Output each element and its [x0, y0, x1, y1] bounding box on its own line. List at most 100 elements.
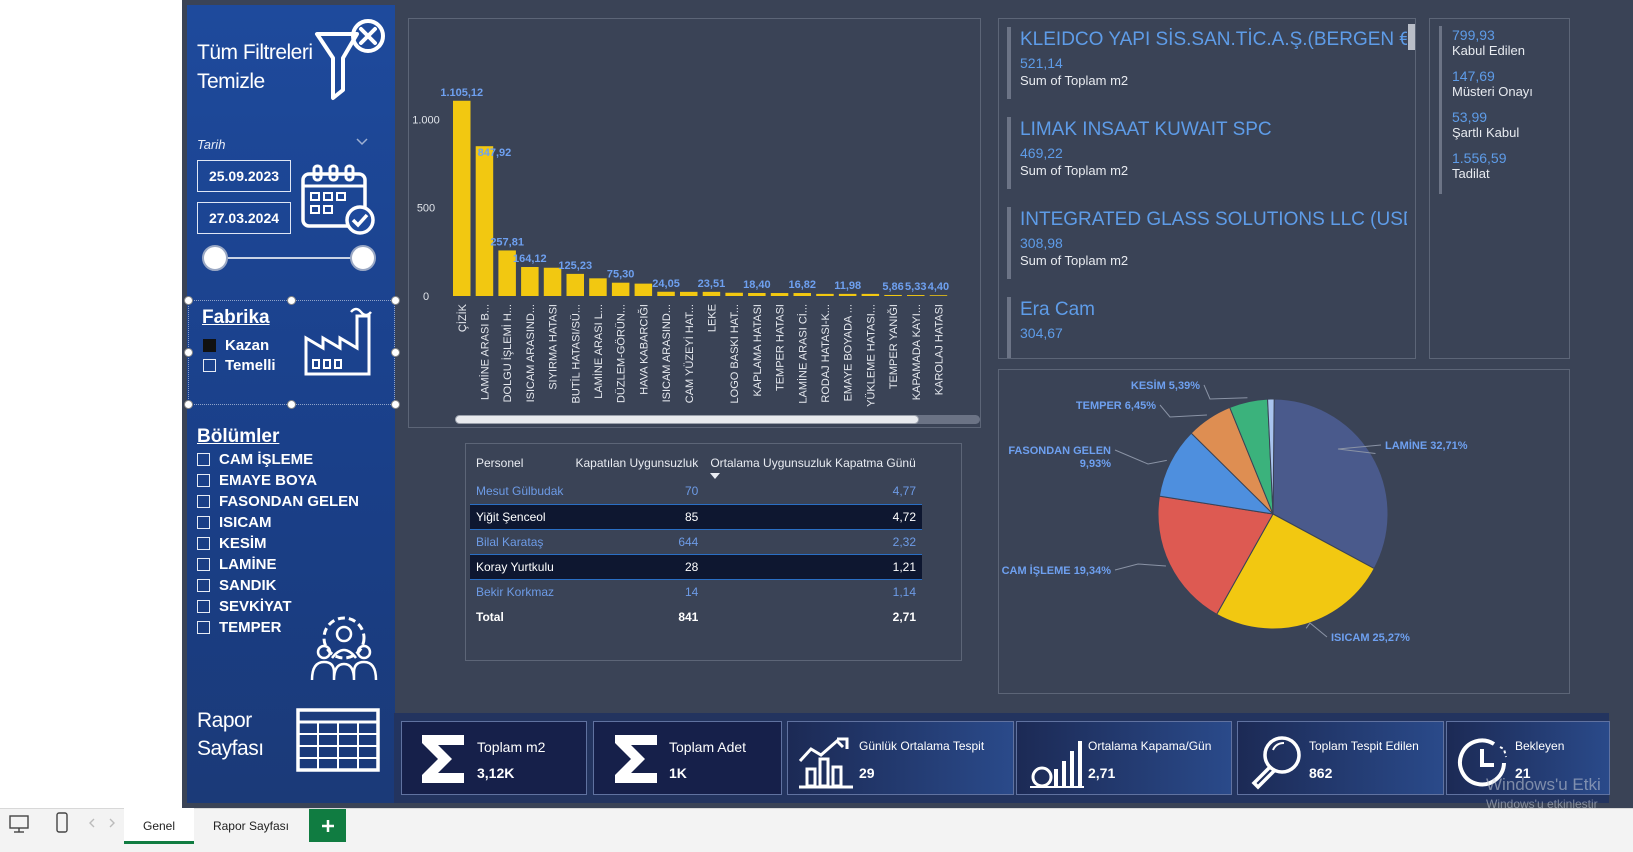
column-header-avg-days[interactable]: Ortalama Uygunsuzluk Kapatma Günü [704, 451, 922, 479]
status-item[interactable]: 1.556,59 Tadilat [1452, 150, 1533, 181]
report-page-line1[interactable]: Rapor [197, 707, 264, 735]
bar-data-label: 257,81 [490, 236, 524, 248]
department-option[interactable]: KESİM [197, 534, 267, 552]
bar[interactable] [816, 293, 834, 296]
chevron-left-icon[interactable] [88, 818, 96, 828]
card-scrollbar-thumb[interactable] [1408, 24, 1415, 50]
date-range-start-handle[interactable] [202, 245, 228, 271]
checkbox[interactable] [197, 494, 210, 508]
department-option[interactable]: SEVKİYAT [197, 597, 292, 615]
y-tick-label: 0 [423, 291, 429, 303]
checkbox[interactable] [197, 452, 210, 466]
factory-option-temelli[interactable]: Temelli [203, 356, 276, 374]
date-range-track[interactable] [215, 257, 365, 259]
bar[interactable] [634, 283, 653, 296]
card-divider [1007, 27, 1011, 99]
checkbox[interactable] [197, 599, 210, 613]
factory-option-kazan[interactable]: Kazan [203, 336, 269, 354]
customer-card[interactable]: LIMAK INSAAT KUWAIT SPC 469,22 Sum of To… [1020, 119, 1272, 178]
tab-rapor-sayfasi[interactable]: Rapor Sayfası [198, 808, 304, 844]
resize-handle[interactable] [287, 296, 296, 305]
date-start-input[interactable]: 25.09.2023 [197, 160, 291, 192]
column-header-personnel[interactable]: Personel [470, 451, 569, 479]
bar[interactable] [453, 100, 471, 296]
resize-handle[interactable] [184, 400, 193, 409]
date-range-end-handle[interactable] [350, 245, 376, 271]
chevron-right-icon[interactable] [108, 818, 116, 828]
bar[interactable] [521, 267, 539, 296]
checkbox[interactable] [203, 358, 216, 372]
checkbox[interactable] [197, 557, 210, 571]
sort-descending-icon[interactable] [710, 473, 721, 479]
clear-filters-button[interactable]: Tüm Filtreleri Temizle [197, 38, 313, 96]
customer-value: 308,98 [1020, 235, 1063, 251]
resize-handle[interactable] [391, 296, 400, 305]
mobile-view-icon[interactable] [54, 811, 70, 835]
report-page-link[interactable]: Rapor Sayfası [197, 707, 264, 763]
department-option[interactable]: EMAYE BOYA [197, 471, 317, 489]
tab-genel[interactable]: Genel [124, 808, 194, 844]
bar[interactable] [566, 273, 585, 296]
checkbox[interactable] [197, 578, 210, 592]
resize-handle[interactable] [391, 348, 400, 357]
table-row[interactable]: Yiğit Şenceol 85 4,72 [470, 503, 922, 530]
department-option[interactable]: FASONDAN GELEN [197, 492, 359, 510]
checkbox[interactable] [197, 473, 210, 487]
bar[interactable] [475, 146, 494, 296]
filter-clear-icon[interactable] [313, 18, 393, 104]
table-sheet-icon[interactable] [295, 707, 381, 773]
column-header-avg-days-label[interactable]: Ortalama Uygunsuzluk Kapatma Günü [710, 456, 915, 470]
resize-handle[interactable] [391, 400, 400, 409]
status-item[interactable]: 147,69 Müsteri Onayı [1452, 68, 1533, 99]
chevron-down-icon[interactable] [356, 138, 368, 146]
bar[interactable] [929, 295, 948, 296]
desktop-view-icon[interactable] [8, 813, 30, 835]
checkbox[interactable] [197, 536, 210, 550]
department-option[interactable]: TEMPER [197, 618, 282, 636]
department-option[interactable]: LAMİNE [197, 555, 277, 573]
table-row[interactable]: Bilal Karataş 644 2,32 [470, 529, 922, 554]
chart-scrollbar-thumb[interactable] [455, 415, 919, 424]
department-option[interactable]: CAM İŞLEME [197, 450, 313, 468]
checkbox[interactable] [197, 515, 210, 529]
table-cell: Koray Yurtkulu [470, 553, 570, 580]
column-header-closed[interactable]: Kapatılan Uygunsuzluk [569, 451, 704, 479]
clear-filters-line1[interactable]: Tüm Filtreleri [197, 38, 313, 67]
customer-name: LIMAK INSAAT KUWAIT SPC [1020, 119, 1272, 140]
bar[interactable] [680, 291, 698, 296]
resize-handle[interactable] [287, 400, 296, 409]
customer-card[interactable]: KLEIDCO YAPI SİS.SAN.TİC.A.Ş.(BERGEN € )… [1020, 29, 1407, 88]
bar[interactable] [543, 267, 562, 296]
clear-filters-line2[interactable]: Temizle [197, 67, 313, 96]
checkbox-checked[interactable] [203, 338, 216, 352]
report-page-line2[interactable]: Sayfası [197, 735, 264, 763]
customer-card[interactable]: INTEGRATED GLASS SOLUTIONS LLC (USD) 308… [1020, 209, 1407, 268]
customer-card[interactable]: Era Cam 304,67 [1020, 299, 1095, 341]
bar[interactable] [725, 292, 743, 296]
bar[interactable] [907, 295, 925, 296]
department-option[interactable]: ISICAM [197, 513, 272, 531]
bar[interactable] [702, 291, 721, 296]
bar[interactable] [793, 293, 812, 296]
checkbox[interactable] [197, 620, 210, 634]
resize-handle[interactable] [184, 348, 193, 357]
date-end-input[interactable]: 27.03.2024 [197, 202, 291, 234]
status-item[interactable]: 53,99 Şartlı Kabul [1452, 109, 1533, 140]
bar[interactable] [611, 282, 630, 296]
add-page-button[interactable] [309, 809, 346, 842]
bar[interactable] [770, 293, 789, 296]
bar[interactable] [748, 292, 766, 296]
table-row[interactable]: Bekir Korkmaz 14 1,14 [470, 579, 922, 604]
bar-data-label: 164,12 [513, 253, 547, 265]
table-row[interactable]: Mesut Gülbudak 70 4,77 [470, 479, 922, 504]
department-option[interactable]: SANDIK [197, 576, 277, 594]
magnifier-icon [1251, 736, 1301, 790]
bar[interactable] [861, 293, 880, 296]
bar[interactable] [657, 291, 675, 296]
bar[interactable] [838, 293, 857, 296]
resize-handle[interactable] [184, 296, 193, 305]
bar[interactable] [884, 294, 902, 296]
status-item[interactable]: 799,93 Kabul Edilen [1452, 27, 1533, 58]
table-row[interactable]: Koray Yurtkulu 28 1,21 [470, 553, 922, 580]
bar[interactable] [589, 278, 607, 296]
